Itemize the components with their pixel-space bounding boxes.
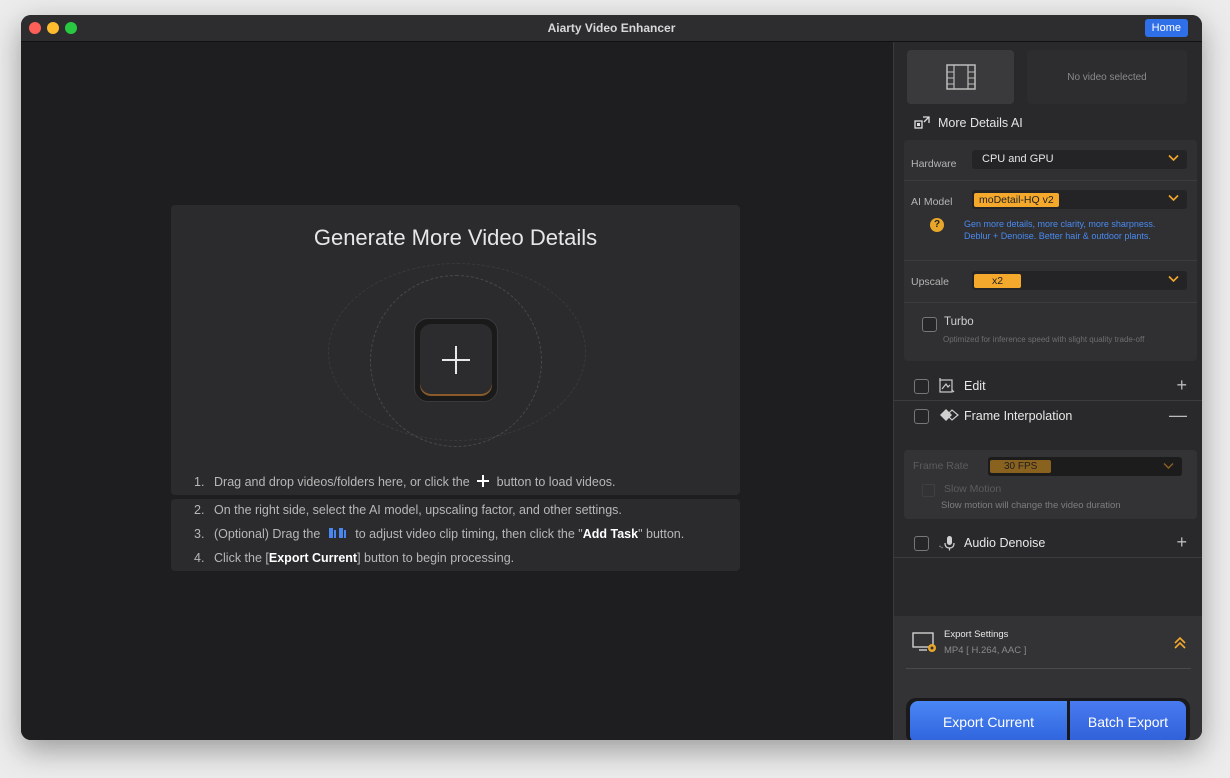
plus-icon xyxy=(442,346,470,374)
frame-rate-value: 30 FPS xyxy=(990,460,1052,473)
step-text: Click the [ xyxy=(214,551,269,565)
feature-label: Edit xyxy=(964,379,986,393)
collapse-icon[interactable]: — xyxy=(1169,406,1187,424)
trim-handles-icon xyxy=(328,528,346,538)
no-video-label: No video selected xyxy=(1027,50,1187,104)
section-header-more-details: More Details AI xyxy=(914,116,1023,130)
frame-rate-label: Frame Rate xyxy=(913,460,969,472)
divider xyxy=(906,668,1191,669)
step-text: Drag and drop videos/folders here, or cl… xyxy=(214,475,470,489)
divider xyxy=(904,180,1197,181)
home-button[interactable]: Home xyxy=(1144,19,1188,37)
drop-area[interactable]: Generate More Video Details 1. Drag and … xyxy=(21,42,893,740)
ai-model-desc-1: Gen more details, more clarity, more sha… xyxy=(964,219,1156,229)
step-1: 1. Drag and drop videos/folders here, or… xyxy=(194,475,616,489)
enhance-icon xyxy=(914,116,930,129)
film-icon xyxy=(945,64,976,90)
plus-icon xyxy=(477,475,490,487)
drop-panel[interactable]: Generate More Video Details 1. Drag and … xyxy=(171,205,740,495)
expand-icon[interactable]: + xyxy=(1176,376,1187,394)
ai-model-value: moDetail-HQ v2 xyxy=(974,193,1059,207)
chevron-down-icon xyxy=(1168,154,1179,162)
help-icon[interactable]: ? xyxy=(930,218,944,232)
hardware-label: Hardware xyxy=(911,158,957,170)
chevron-down-icon xyxy=(1168,194,1179,202)
turbo-label: Turbo xyxy=(944,316,974,328)
ai-model-desc-2: Deblur + Denoise. Better hair & outdoor … xyxy=(964,231,1151,241)
audio-denoise-checkbox[interactable] xyxy=(914,536,929,551)
slow-motion-checkbox[interactable] xyxy=(922,484,935,497)
ai-settings-panel: Hardware CPU and GPU AI Model moDetail-H… xyxy=(904,140,1197,361)
feature-row-frame-interpolation[interactable]: Frame Interpolation — xyxy=(894,401,1202,430)
feature-label: Frame Interpolation xyxy=(964,409,1073,423)
settings-sidebar: No video selected More Details AI Hardwa… xyxy=(893,42,1202,740)
slow-motion-hint: Slow motion will change the video durati… xyxy=(941,500,1121,511)
ai-model-select[interactable]: moDetail-HQ v2 xyxy=(972,190,1187,209)
divider xyxy=(904,260,1197,261)
turbo-checkbox[interactable] xyxy=(922,317,937,332)
export-current-button[interactable]: Export Current xyxy=(910,701,1067,740)
export-settings-area: Export Settings MP4 [ H.264, AAC ] Expor… xyxy=(894,616,1202,740)
step-text: to adjust video clip timing, then click … xyxy=(355,527,583,541)
step-text: button to load videos. xyxy=(496,475,616,489)
step-number: 3. xyxy=(194,527,205,541)
step-number: 1. xyxy=(194,475,205,489)
video-thumbnail[interactable] xyxy=(907,50,1014,104)
step-text: " button. xyxy=(638,527,685,541)
frame-rate-select[interactable]: 30 FPS xyxy=(988,457,1182,476)
upscale-value: x2 xyxy=(974,274,1022,288)
add-video-button[interactable] xyxy=(414,318,498,402)
step-3: 3. (Optional) Drag the to adjust video c… xyxy=(194,527,685,541)
hardware-select[interactable]: CPU and GPU xyxy=(972,150,1187,169)
feature-label: Audio Denoise xyxy=(964,536,1046,550)
hardware-value: CPU and GPU xyxy=(982,153,1054,165)
double-chevron-up-icon[interactable] xyxy=(1173,636,1187,650)
edit-checkbox[interactable] xyxy=(914,379,929,394)
step-text: ] button to begin processing. xyxy=(357,551,515,565)
app-window: Aiarty Video Enhancer Home Generate More… xyxy=(21,15,1202,740)
steps-panel: 2. On the right side, select the AI mode… xyxy=(171,499,740,571)
frame-interpolation-panel: Frame Rate 30 FPS Slow Motion Slow motio… xyxy=(904,450,1197,519)
export-settings-title[interactable]: Export Settings xyxy=(944,629,1008,640)
step-2: 2. On the right side, select the AI mode… xyxy=(194,503,622,517)
export-buttons: Export Current Batch Export xyxy=(906,698,1190,740)
feature-row-audio-denoise[interactable]: Audio Denoise + xyxy=(894,528,1202,557)
expand-icon[interactable]: + xyxy=(1176,533,1187,551)
window-title: Aiarty Video Enhancer xyxy=(547,21,676,35)
step-bold-text: Export Current xyxy=(268,551,358,565)
step-4: 4. Click the [Export Current] button to … xyxy=(194,551,515,565)
divider xyxy=(894,557,1202,558)
batch-export-button[interactable]: Batch Export xyxy=(1070,701,1186,740)
drop-title: Generate More Video Details xyxy=(313,225,598,250)
export-format: MP4 [ H.264, AAC ] xyxy=(944,645,1027,656)
step-number: 2. xyxy=(194,503,205,517)
step-number: 4. xyxy=(194,551,205,565)
chevron-down-icon xyxy=(1163,463,1174,469)
chevron-down-icon xyxy=(1168,275,1179,283)
section-title: More Details AI xyxy=(938,116,1023,130)
title-bar: Aiarty Video Enhancer Home xyxy=(21,15,1202,42)
slow-motion-label: Slow Motion xyxy=(944,483,1002,495)
upscale-select[interactable]: x2 xyxy=(972,271,1187,290)
microphone-icon xyxy=(939,536,955,551)
add-button-face xyxy=(420,324,492,396)
step-bold-text: Add Task xyxy=(582,527,639,541)
step-text: On the right side, select the AI model, … xyxy=(214,503,622,517)
ai-model-label: AI Model xyxy=(911,196,953,208)
edit-icon xyxy=(939,378,955,393)
frame-interpolation-icon xyxy=(940,409,959,421)
step-text: (Optional) Drag the xyxy=(214,527,321,541)
frame-interpolation-checkbox[interactable] xyxy=(914,409,929,424)
turbo-hint: Optimized for inference speed with sligh… xyxy=(943,335,1145,344)
divider xyxy=(904,302,1197,303)
export-settings-icon xyxy=(912,632,936,652)
upscale-label: Upscale xyxy=(911,276,949,288)
feature-row-edit[interactable]: Edit + xyxy=(894,371,1202,400)
